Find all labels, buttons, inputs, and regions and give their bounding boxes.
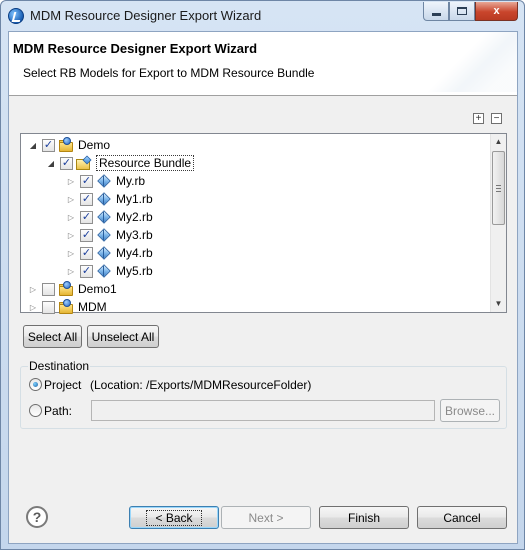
checkbox-my-rb[interactable]: ✓ xyxy=(80,174,93,188)
minimize-button[interactable] xyxy=(423,2,449,21)
tree-node-demo[interactable]: ◢ ✓ Demo xyxy=(27,136,110,154)
collapse-arrow-icon[interactable]: ◢ xyxy=(27,136,39,154)
browse-button[interactable]: Browse... xyxy=(440,399,500,422)
path-input[interactable] xyxy=(91,400,435,421)
checkbox-demo[interactable]: ✓ xyxy=(42,138,55,152)
back-button[interactable]: < Back xyxy=(129,506,219,529)
checkbox-my5-rb[interactable]: ✓ xyxy=(80,264,93,278)
checkbox-demo1[interactable] xyxy=(42,282,55,296)
checkbox-resource-bundle[interactable]: ✓ xyxy=(60,156,73,170)
checkbox-my4-rb[interactable]: ✓ xyxy=(80,246,93,260)
project-icon xyxy=(58,281,74,297)
tree-node-resource-bundle[interactable]: ◢ ✓ Resource Bundle xyxy=(45,154,195,172)
title-bar[interactable]: MDM Resource Designer Export Wizard x xyxy=(1,1,524,31)
model-cube-icon xyxy=(96,245,112,261)
tree-node-label: Demo xyxy=(78,138,111,152)
model-tree[interactable]: ◢ ✓ Demo ◢ ✓ Resource Bundle ▷ ✓ My.rb ▷ xyxy=(20,133,507,316)
grip-icon xyxy=(496,185,501,192)
checkbox-my1-rb[interactable]: ✓ xyxy=(80,192,93,206)
wizard-body: MDM Resource Designer Export Wizard Sele… xyxy=(8,31,518,544)
project-icon xyxy=(58,299,74,315)
page-title: MDM Resource Designer Export Wizard xyxy=(13,41,258,56)
expand-arrow-icon[interactable]: ▷ xyxy=(65,172,77,190)
expand-arrow-icon[interactable]: ▷ xyxy=(65,208,77,226)
path-radio[interactable] xyxy=(29,404,42,417)
tree-node-mdm[interactable]: ▷ MDM xyxy=(27,298,107,316)
select-all-button[interactable]: Select All xyxy=(23,325,82,348)
project-location-text: (Location: /Exports/MDMResourceFolder) xyxy=(90,378,312,392)
path-radio-label[interactable]: Path: xyxy=(44,404,72,418)
scrollbar-thumb[interactable] xyxy=(492,151,505,225)
collapse-all-icon[interactable]: − xyxy=(491,113,502,124)
expand-arrow-icon[interactable]: ▷ xyxy=(65,244,77,262)
model-cube-icon xyxy=(96,263,112,279)
tree-node-label: My4.rb xyxy=(116,246,153,260)
tree-node-demo1[interactable]: ▷ Demo1 xyxy=(27,280,117,298)
expand-arrow-icon[interactable]: ▷ xyxy=(65,190,77,208)
tree-node-label: My.rb xyxy=(116,174,146,188)
tree-node-my1-rb[interactable]: ▷ ✓ My1.rb xyxy=(65,190,153,208)
checkbox-my2-rb[interactable]: ✓ xyxy=(80,210,93,224)
maximize-icon xyxy=(457,7,467,15)
page-description: Select RB Models for Export to MDM Resou… xyxy=(23,66,315,80)
wizard-window: MDM Resource Designer Export Wizard x MD… xyxy=(0,0,525,550)
minimize-icon xyxy=(431,12,441,16)
scroll-up-arrow-icon[interactable]: ▲ xyxy=(491,134,506,150)
close-button[interactable]: x xyxy=(475,2,518,21)
window-controls: x xyxy=(423,2,518,21)
tree-node-label: My2.rb xyxy=(116,210,153,224)
next-button[interactable]: Next > xyxy=(221,506,311,529)
unselect-all-button[interactable]: Unselect All xyxy=(87,325,159,348)
model-cube-icon xyxy=(96,173,112,189)
tree-node-my-rb[interactable]: ▷ ✓ My.rb xyxy=(65,172,145,190)
tree-node-label: My1.rb xyxy=(116,192,153,206)
help-icon[interactable]: ? xyxy=(26,506,48,528)
tree-node-label: My3.rb xyxy=(116,228,153,242)
expand-arrow-icon[interactable]: ▷ xyxy=(27,298,39,316)
tree-node-label: Demo1 xyxy=(78,282,117,296)
model-cube-icon xyxy=(96,209,112,225)
model-cube-icon xyxy=(96,227,112,243)
header-banner-graphic xyxy=(427,32,517,92)
tree-node-label: My5.rb xyxy=(116,264,153,278)
project-radio[interactable] xyxy=(29,378,42,391)
project-icon xyxy=(58,137,74,153)
back-button-label: < Back xyxy=(146,509,202,526)
tree-node-label: Resource Bundle xyxy=(96,155,195,171)
expand-arrow-icon[interactable]: ▷ xyxy=(65,262,77,280)
expand-all-icon[interactable]: + xyxy=(473,113,484,124)
tree-node-label: MDM xyxy=(78,300,107,314)
tree-node-my4-rb[interactable]: ▷ ✓ My4.rb xyxy=(65,244,153,262)
window-title: MDM Resource Designer Export Wizard xyxy=(30,8,262,23)
scroll-down-arrow-icon[interactable]: ▼ xyxy=(491,296,506,312)
close-icon: x xyxy=(493,5,500,17)
resource-bundle-icon xyxy=(76,155,92,171)
checkbox-my3-rb[interactable]: ✓ xyxy=(80,228,93,242)
footer-separator xyxy=(9,484,517,485)
collapse-arrow-icon[interactable]: ◢ xyxy=(45,154,57,172)
app-logo-icon xyxy=(8,8,24,24)
checkbox-mdm[interactable] xyxy=(42,300,55,314)
maximize-button[interactable] xyxy=(449,2,475,21)
project-radio-label[interactable]: Project xyxy=(44,378,81,392)
destination-group-label: Destination xyxy=(28,359,91,373)
finish-button[interactable]: Finish xyxy=(319,506,409,529)
expand-arrow-icon[interactable]: ▷ xyxy=(27,280,39,298)
tree-node-my2-rb[interactable]: ▷ ✓ My2.rb xyxy=(65,208,153,226)
expand-arrow-icon[interactable]: ▷ xyxy=(65,226,77,244)
cancel-button[interactable]: Cancel xyxy=(417,506,507,529)
tree-scrollbar[interactable]: ▲ ▼ xyxy=(490,134,506,312)
model-cube-icon xyxy=(96,191,112,207)
wizard-header: MDM Resource Designer Export Wizard Sele… xyxy=(9,32,517,96)
tree-node-my3-rb[interactable]: ▷ ✓ My3.rb xyxy=(65,226,153,244)
tree-node-my5-rb[interactable]: ▷ ✓ My5.rb xyxy=(65,262,153,280)
